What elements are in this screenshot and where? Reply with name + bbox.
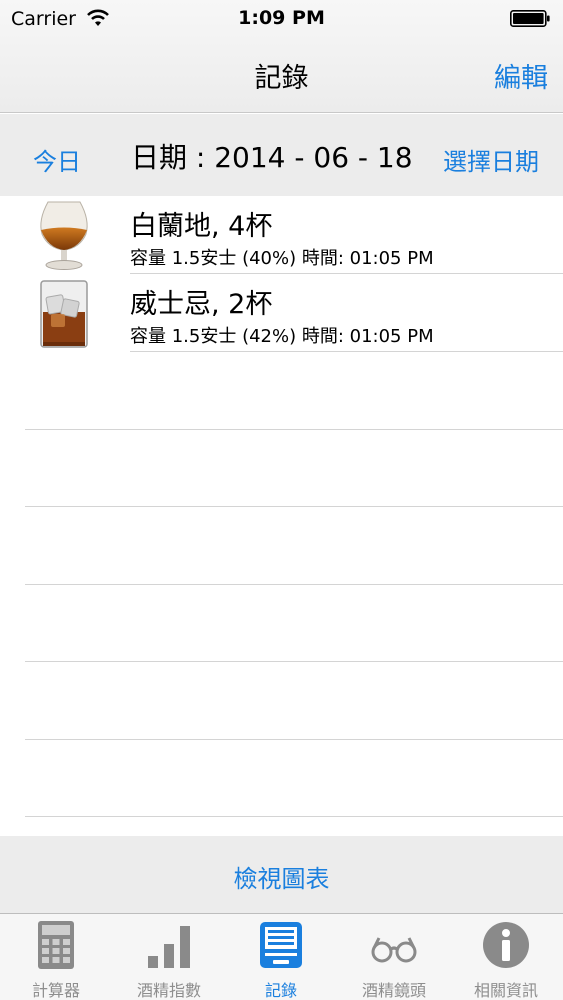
row-divider — [25, 739, 563, 740]
row-divider — [25, 584, 563, 585]
records-icon — [260, 922, 302, 968]
whisky-glass-icon — [40, 280, 88, 348]
info-icon — [483, 922, 529, 968]
selected-date: 日期 : 2014 - 06 - 18 — [131, 141, 413, 174]
record-title: 威士忌, 2杯 — [130, 289, 273, 320]
battery-icon — [510, 10, 550, 27]
chart-bar: 檢視圖表 — [0, 836, 563, 913]
tab-label: 酒精鏡頭 — [361, 981, 426, 1000]
row-divider — [130, 351, 563, 352]
row-divider — [25, 429, 563, 430]
tab-alcohol-lens[interactable]: 酒精鏡頭 — [338, 914, 450, 1000]
row-divider — [25, 661, 563, 662]
tab-bar: 計算器 酒精指數 記錄 酒精鏡頭 相關資訊 — [0, 913, 563, 1000]
glasses-icon — [371, 937, 417, 963]
list-item[interactable]: 威士忌, 2杯 容量 1.5安士 (42%) 時間: 01:05 PM — [0, 274, 563, 352]
calculator-icon — [38, 921, 74, 969]
record-detail: 容量 1.5安士 (42%) 時間: 01:05 PM — [130, 326, 434, 347]
records-list: 白蘭地, 4杯 容量 1.5安士 (40%) 時間: 01:05 PM 威士忌,… — [0, 196, 563, 836]
list-item[interactable]: 白蘭地, 4杯 容量 1.5安士 (40%) 時間: 01:05 PM — [0, 196, 563, 274]
tab-related-info[interactable]: 相關資訊 — [450, 914, 562, 1000]
status-time: 1:09 PM — [238, 7, 325, 29]
row-divider — [25, 506, 563, 507]
record-detail: 容量 1.5安士 (40%) 時間: 01:05 PM — [130, 248, 434, 269]
view-chart-button[interactable]: 檢視圖表 — [0, 859, 563, 894]
status-bar: Carrier 1:09 PM — [0, 0, 563, 38]
row-divider — [25, 816, 563, 817]
tab-alcohol-index[interactable]: 酒精指數 — [113, 914, 225, 1000]
tab-calculator[interactable]: 計算器 — [0, 914, 112, 1000]
date-bar: 今日 日期 : 2014 - 06 - 18 選擇日期 — [0, 114, 563, 196]
edit-button[interactable]: 編輯 — [494, 56, 548, 95]
tab-records[interactable]: 記錄 — [225, 914, 337, 1000]
today-button[interactable]: 今日 — [33, 142, 81, 177]
choose-date-button[interactable]: 選擇日期 — [443, 142, 539, 177]
tab-label: 酒精指數 — [136, 981, 201, 1000]
page-title: 記錄 — [254, 63, 309, 94]
tab-label: 相關資訊 — [473, 981, 538, 1000]
tab-label: 記錄 — [264, 981, 297, 1000]
navigation-header: Carrier 1:09 PM 記錄 編輯 — [0, 0, 563, 113]
tab-label: 計算器 — [31, 981, 80, 1000]
bar-chart-icon — [148, 926, 190, 968]
record-title: 白蘭地, 4杯 — [130, 211, 273, 242]
brandy-glass-icon — [40, 201, 88, 270]
